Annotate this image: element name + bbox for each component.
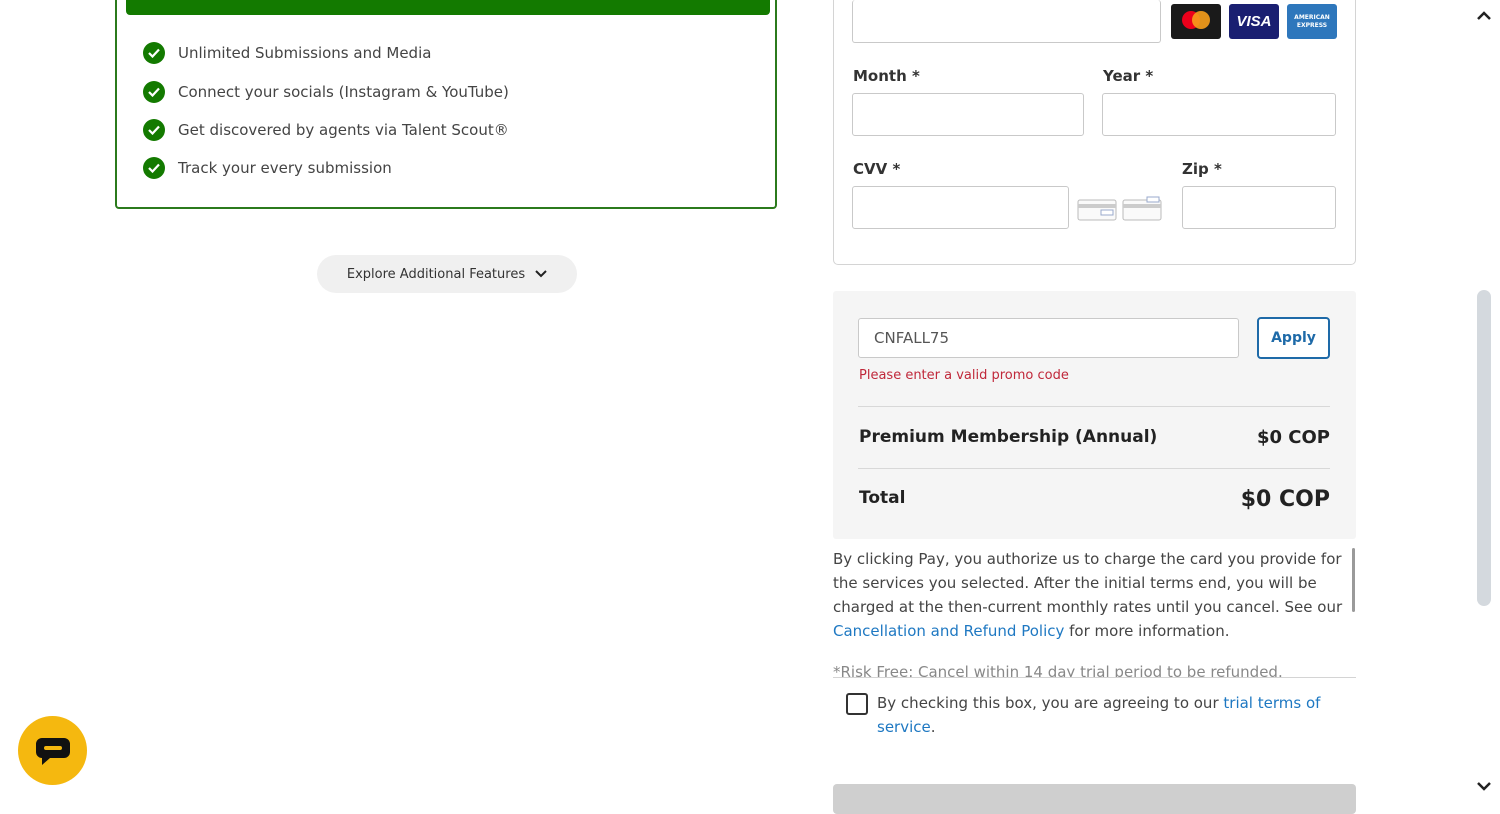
feature-label: Get discovered by agents via Talent Scou… <box>178 121 509 139</box>
terms-agreement-end: . <box>930 718 936 736</box>
explore-features-button[interactable]: Explore Additional Features <box>317 255 577 293</box>
cvv-hint-icon <box>1077 194 1163 222</box>
pay-button[interactable] <box>833 784 1356 814</box>
year-input[interactable] <box>1102 93 1336 136</box>
chevron-down-icon <box>535 270 547 278</box>
chat-widget-button[interactable] <box>18 716 87 785</box>
feature-label: Connect your socials (Instagram & YouTub… <box>178 83 509 101</box>
total-price: $0 COP <box>1240 487 1330 512</box>
mastercard-logo <box>1171 4 1221 39</box>
amex-logo: AMERICAN EXPRESS <box>1287 4 1337 39</box>
scroll-up-arrow-icon[interactable] <box>1474 6 1494 26</box>
zip-input[interactable] <box>1182 186 1336 229</box>
total-label: Total <box>859 488 906 508</box>
risk-free-text: *Risk Free: Cancel within 14 day trial p… <box>833 663 1283 677</box>
authorization-text: By clicking Pay, you authorize us to cha… <box>833 547 1353 643</box>
cancellation-policy-link[interactable]: Cancellation and Refund Policy <box>833 622 1064 640</box>
feature-label: Unlimited Submissions and Media <box>178 44 432 62</box>
year-label: Year * <box>1103 67 1154 85</box>
chat-bubble-icon <box>35 737 70 765</box>
legal-scrollbar[interactable] <box>1352 548 1355 612</box>
visa-logo: VISA <box>1229 4 1279 39</box>
check-circle-icon <box>143 119 165 141</box>
terms-checkbox[interactable] <box>846 693 868 715</box>
check-circle-icon <box>143 81 165 103</box>
feature-label: Track your every submission <box>178 159 392 177</box>
check-circle-icon <box>143 42 165 64</box>
month-input[interactable] <box>852 93 1084 136</box>
cvv-input[interactable] <box>852 186 1069 229</box>
terms-agreement-body: By checking this box, you are agreeing t… <box>877 694 1224 712</box>
page-scrollbar-thumb[interactable] <box>1477 290 1491 606</box>
authorization-text-end: for more information. <box>1064 622 1230 640</box>
membership-price: $0 COP <box>1256 427 1330 448</box>
feature-item: Get discovered by agents via Talent Scou… <box>143 118 509 142</box>
card-number-input[interactable] <box>852 0 1161 43</box>
feature-item: Unlimited Submissions and Media <box>143 41 431 65</box>
promo-code-input[interactable] <box>858 318 1239 358</box>
apply-promo-button[interactable]: Apply <box>1257 317 1330 359</box>
zip-label: Zip * <box>1182 160 1222 178</box>
divider <box>858 406 1330 407</box>
divider <box>833 677 1356 678</box>
scroll-down-arrow-icon[interactable] <box>1474 776 1494 796</box>
terms-agreement-text: By checking this box, you are agreeing t… <box>877 691 1347 739</box>
feature-item: Track your every submission <box>143 156 392 180</box>
promo-error-message: Please enter a valid promo code <box>859 368 1069 383</box>
visa-logo-text: VISA <box>1236 13 1272 30</box>
explore-features-label: Explore Additional Features <box>346 266 526 282</box>
amex-logo-text: AMERICAN EXPRESS <box>1294 13 1330 29</box>
membership-label: Premium Membership (Annual) <box>859 427 1158 447</box>
divider <box>858 468 1330 469</box>
feature-item: Connect your socials (Instagram & YouTub… <box>143 80 509 104</box>
plan-select-button[interactable] <box>126 0 770 15</box>
authorization-text-body: By clicking Pay, you authorize us to cha… <box>833 550 1343 616</box>
check-circle-icon <box>143 157 165 179</box>
month-label: Month * <box>853 67 920 85</box>
cvv-label: CVV * <box>853 160 901 178</box>
